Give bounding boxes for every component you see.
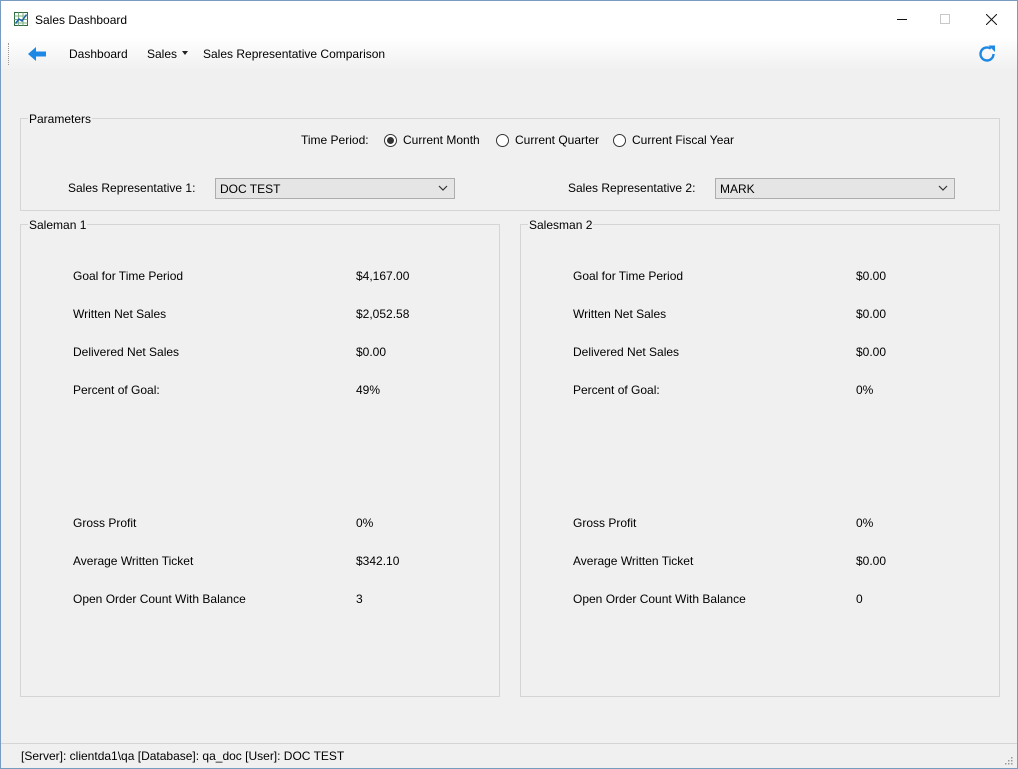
refresh-button[interactable]: [975, 43, 999, 65]
dashboard-menu[interactable]: Dashboard: [69, 47, 128, 61]
written-net-sales-value: $2,052.58: [356, 307, 410, 321]
arrow-left-icon: [28, 47, 46, 61]
percent-of-goal-label: Percent of Goal:: [73, 383, 160, 397]
maximize-button[interactable]: [922, 1, 968, 37]
radio-label: Current Fiscal Year: [632, 133, 735, 147]
salesman1-legend: Saleman 1: [28, 218, 88, 232]
average-written-ticket-value: $0.00: [856, 554, 887, 568]
radio-label: Current Quarter: [515, 133, 600, 147]
salesman1-group: Saleman 1 Goal for Time Period $4,167.00…: [20, 218, 500, 697]
salesman2-group: Salesman 2 Goal for Time Period $0.00 Wr…: [520, 218, 1000, 697]
radio-label: Current Month: [403, 133, 480, 147]
close-icon: [985, 13, 997, 25]
minimize-button[interactable]: [879, 1, 925, 37]
toolbar: Dashboard Sales Sales Representative Com…: [1, 37, 1017, 71]
parameters-group: Parameters Time Period: Current Month Cu…: [20, 112, 1000, 211]
radio-button[interactable]: [384, 133, 397, 147]
time-period-label: Time Period:: [301, 133, 369, 147]
open-order-count-value: 3: [356, 592, 363, 606]
percent-of-goal-value: 49%: [356, 383, 381, 397]
minimize-icon: [897, 19, 907, 20]
back-button[interactable]: [23, 43, 51, 65]
goal-label: Goal for Time Period: [73, 269, 184, 283]
toolbar-grip[interactable]: [8, 43, 11, 65]
sales-menu[interactable]: Sales: [147, 47, 177, 61]
average-written-ticket-label: Average Written Ticket: [573, 554, 694, 568]
refresh-icon: [979, 45, 995, 62]
open-order-count-value: 0: [856, 592, 863, 606]
gross-profit-value: 0%: [856, 516, 874, 530]
gross-profit-label: Gross Profit: [73, 516, 137, 530]
parameters-legend: Parameters: [28, 112, 93, 126]
rep1-select-value: DOC TEST: [220, 182, 281, 196]
radio-current-fiscal-year[interactable]: Current Fiscal Year: [613, 133, 734, 147]
status-text: [Server]: clientda1\qa [Database]: qa_do…: [21, 749, 345, 763]
radio-current-quarter[interactable]: Current Quarter: [496, 133, 599, 147]
radio-button[interactable]: [613, 133, 626, 147]
breadcrumb-current[interactable]: Sales Representative Comparison: [203, 47, 385, 61]
app-window: Sales Dashboard Dashboard Sales Sales Re…: [0, 0, 1018, 769]
rep1-label: Sales Representative 1:: [68, 181, 196, 195]
title-bar[interactable]: Sales Dashboard: [1, 1, 1017, 37]
rep2-select[interactable]: MARK: [715, 178, 955, 199]
delivered-net-sales-value: $0.00: [356, 345, 387, 359]
percent-of-goal-value: 0%: [856, 383, 874, 397]
written-net-sales-label: Written Net Sales: [73, 307, 167, 321]
delivered-net-sales-label: Delivered Net Sales: [573, 345, 680, 359]
caret-down-icon[interactable]: [182, 51, 188, 55]
gross-profit-label: Gross Profit: [573, 516, 637, 530]
average-written-ticket-value: $342.10: [356, 554, 400, 568]
rep1-select[interactable]: DOC TEST: [215, 178, 455, 199]
status-bar: [Server]: clientda1\qa [Database]: qa_do…: [1, 743, 1017, 768]
salesman2-legend: Salesman 2: [528, 218, 594, 232]
maximize-icon: [940, 14, 950, 24]
chevron-down-icon: [438, 185, 448, 191]
goal-value: $0.00: [856, 269, 887, 283]
open-order-count-label: Open Order Count With Balance: [73, 592, 246, 606]
window-title: Sales Dashboard: [35, 13, 128, 27]
average-written-ticket-label: Average Written Ticket: [73, 554, 194, 568]
delivered-net-sales-label: Delivered Net Sales: [73, 345, 180, 359]
written-net-sales-value: $0.00: [856, 307, 887, 321]
gross-profit-value: 0%: [356, 516, 374, 530]
goal-value: $4,167.00: [356, 269, 410, 283]
goal-label: Goal for Time Period: [573, 269, 684, 283]
radio-selected-dot: [387, 136, 394, 144]
radio-button[interactable]: [496, 133, 509, 147]
delivered-net-sales-value: $0.00: [856, 345, 887, 359]
resize-grip-icon[interactable]: [1003, 755, 1013, 765]
chart-window-icon: [14, 12, 28, 26]
written-net-sales-label: Written Net Sales: [573, 307, 667, 321]
radio-current-month[interactable]: Current Month: [384, 133, 480, 147]
chevron-down-icon: [938, 185, 948, 191]
rep2-label: Sales Representative 2:: [568, 181, 696, 195]
open-order-count-label: Open Order Count With Balance: [573, 592, 746, 606]
close-button[interactable]: [968, 1, 1014, 37]
percent-of-goal-label: Percent of Goal:: [573, 383, 660, 397]
rep2-select-value: MARK: [720, 182, 755, 196]
